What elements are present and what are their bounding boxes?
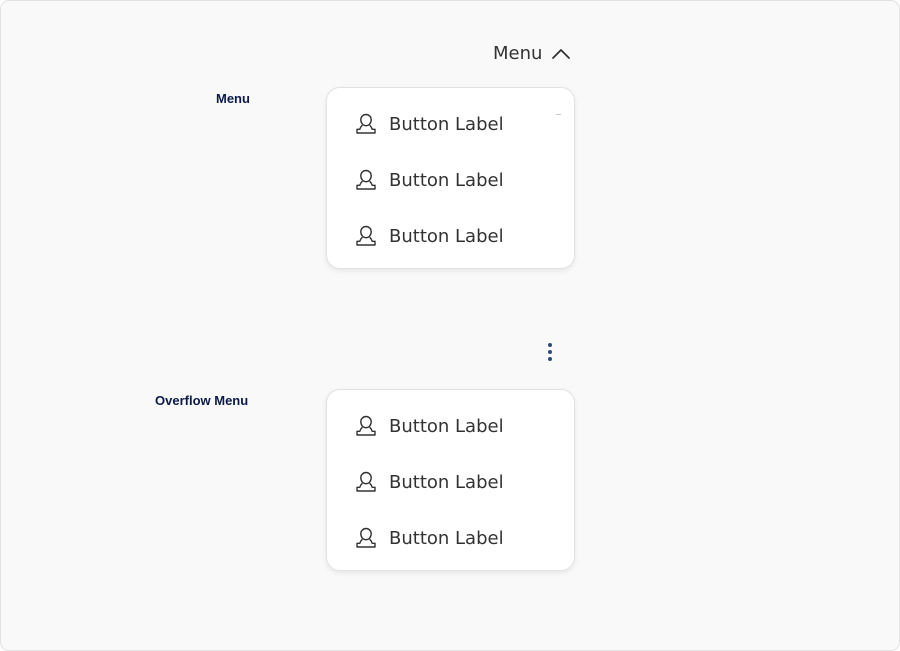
menu-item[interactable]: Button Label [327,152,574,208]
menu-dropdown: Button Label Button Label Button Label [326,87,575,269]
overflow-menu-item[interactable]: Button Label [327,398,574,454]
user-icon [353,223,379,249]
kebab-dot [548,343,552,347]
menu-item-label: Button Label [389,113,504,135]
section-label-overflow-menu: Overflow Menu [155,393,249,408]
chevron-up-icon [552,48,571,59]
user-icon [353,413,379,439]
user-icon [353,111,379,137]
overflow-menu-button[interactable] [541,341,559,365]
menu-trigger-button[interactable]: Menu [493,43,571,64]
overflow-menu-item[interactable]: Button Label [327,454,574,510]
menu-item-label: Button Label [389,169,504,191]
menu-trigger-label: Menu [493,43,543,64]
overflow-menu-item-label: Button Label [389,415,504,437]
user-icon [353,469,379,495]
section-label-menu: Menu [216,91,250,106]
menu-item-label: Button Label [389,225,504,247]
overflow-menu-item-label: Button Label [389,527,504,549]
overflow-menu-item[interactable]: Button Label [327,510,574,566]
overflow-menu-dropdown: Button Label Button Label Button Label [326,389,575,571]
kebab-dot [548,350,552,354]
user-icon [353,167,379,193]
user-icon [353,525,379,551]
canvas: Menu Menu Button Label Button Label Butt… [0,0,900,651]
overflow-menu-item-label: Button Label [389,471,504,493]
kebab-dot [548,357,552,361]
menu-item[interactable]: Button Label [327,96,574,152]
menu-item[interactable]: Button Label [327,208,574,264]
